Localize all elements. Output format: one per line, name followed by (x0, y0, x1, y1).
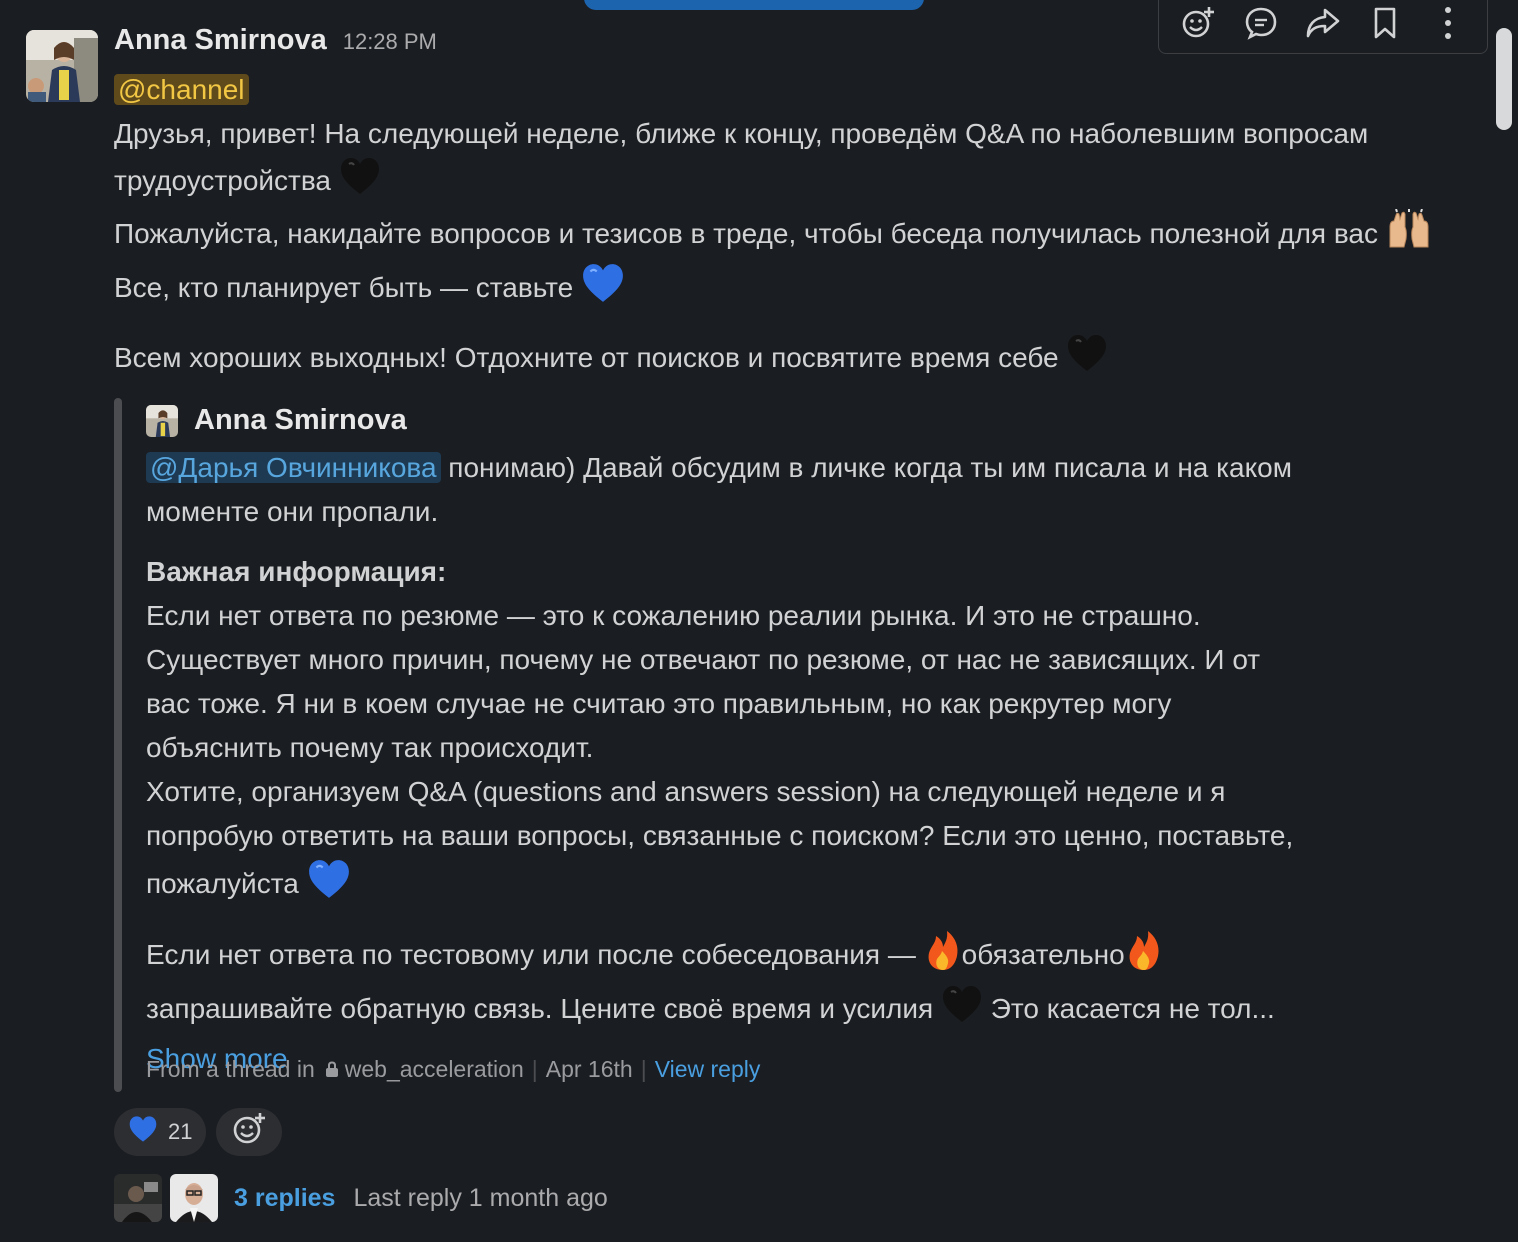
black-heart-icon (339, 156, 381, 209)
quote-body: @Дарья Овчинникова понимаю) Давай обсуди… (146, 446, 1296, 1081)
quote-text: запрашивайте обратную связь. Цените своё… (146, 992, 941, 1024)
blue-heart-icon (128, 1115, 158, 1149)
share-icon[interactable] (1301, 1, 1345, 45)
message: Anna Smirnova 12:28 PM @channel Друзья, … (0, 0, 1490, 1242)
meta-separator: | (531, 1056, 538, 1082)
scrollbar-thumb[interactable] (1496, 28, 1512, 130)
reply-in-thread-icon[interactable] (1239, 1, 1283, 45)
reply-count-link[interactable]: 3 replies (234, 1184, 335, 1213)
reactions-bar: 21 (114, 1108, 283, 1156)
black-heart-icon (1066, 333, 1108, 386)
add-emoji-icon (232, 1112, 266, 1152)
meta-separator: | (640, 1056, 647, 1082)
reaction-blue-heart[interactable]: 21 (114, 1108, 207, 1156)
fire-icon (1125, 929, 1163, 984)
black-heart-icon (941, 984, 983, 1037)
avatar[interactable] (146, 404, 178, 437)
quote-author-name[interactable]: Anna Smirnova (194, 404, 407, 437)
quote-text: Это касается не тол... (982, 992, 1275, 1024)
bookmark-icon[interactable] (1363, 1, 1407, 45)
last-reply-time: Last reply 1 month ago (353, 1183, 608, 1212)
user-mention[interactable]: @Дарья Овчинникова (146, 452, 441, 483)
message-actions-toolbar (1158, 0, 1488, 54)
meta-channel-link[interactable]: web_acceleration (345, 1056, 524, 1083)
message-text-line: Всем хороших выходных! Отдохните от поис… (114, 341, 1059, 373)
quote-meta: From a thread in web_acceleration | Apr … (146, 1056, 760, 1083)
lock-icon (325, 1056, 339, 1083)
raising-hands-icon (1386, 208, 1432, 262)
meta-from: From a thread in (146, 1056, 315, 1082)
fire-icon (924, 929, 962, 984)
timestamp[interactable]: 12:28 PM (343, 29, 437, 55)
meta-date[interactable]: Apr 16th (546, 1056, 633, 1083)
shared-message-quote[interactable]: Anna Smirnova @Дарья Овчинникова понимаю… (114, 398, 1314, 1092)
blue-heart-icon (307, 858, 351, 913)
avatar[interactable] (26, 30, 98, 102)
quote-heading: Важная информация: (146, 556, 447, 587)
quote-bar (114, 398, 122, 1092)
message-text-line: Пожалуйста, накидайте вопросов и тезисов… (114, 217, 1378, 249)
view-reply-link[interactable]: View reply (655, 1056, 761, 1083)
avatar[interactable] (114, 1174, 162, 1222)
more-actions-icon[interactable] (1426, 1, 1470, 45)
channel-mention[interactable]: @channel (114, 74, 249, 105)
message-body: @channel Друзья, привет! На следующей не… (114, 68, 1484, 386)
message-header: Anna Smirnova 12:28 PM (114, 24, 437, 68)
quote-paragraph: Если нет ответа по резюме — это к сожале… (146, 600, 1261, 763)
blue-heart-icon (581, 262, 625, 317)
message-text-line: Друзья, привет! На следующей неделе, бли… (114, 118, 1369, 196)
message-text-line: Все, кто планирует быть — ставьте (114, 271, 574, 303)
add-reaction-icon[interactable] (1176, 1, 1220, 45)
quote-text: Если нет ответа по тестовому или после с… (146, 938, 924, 970)
reaction-count: 21 (168, 1119, 193, 1144)
quote-text: обязательно (961, 938, 1125, 970)
avatar[interactable] (170, 1174, 218, 1222)
quote-header: Anna Smirnova (146, 404, 407, 437)
author-name[interactable]: Anna Smirnova (114, 24, 327, 57)
thread-replies[interactable]: 3 replies Last reply 1 month ago (114, 1174, 608, 1222)
add-reaction-button[interactable] (216, 1108, 283, 1156)
